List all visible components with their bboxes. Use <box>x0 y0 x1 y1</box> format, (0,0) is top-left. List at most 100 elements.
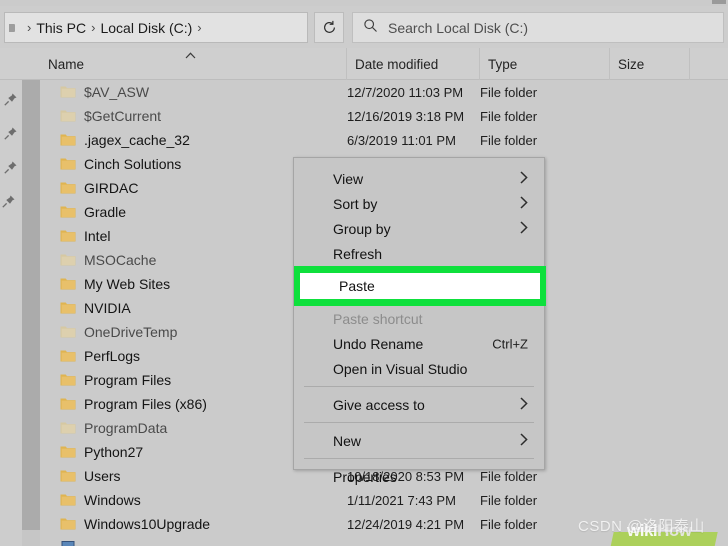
folder-icon <box>60 468 76 483</box>
table-row-partial[interactable] <box>40 536 728 546</box>
file-date-modified: 6/3/2019 11:01 PM <box>347 132 456 148</box>
menu-item-new[interactable]: New <box>294 428 544 453</box>
menu-item-view[interactable]: View <box>294 166 544 191</box>
window-control-button[interactable] <box>712 0 726 4</box>
file-name: Windows <box>84 492 141 508</box>
table-row[interactable]: .jagex_cache_32 6/3/2019 11:01 PM File fol… <box>40 128 728 152</box>
column-header-name[interactable]: Name <box>40 48 347 80</box>
navigation-scrollbar-thumb[interactable] <box>22 72 40 530</box>
folder-icon <box>60 324 76 339</box>
menu-item-paste[interactable]: Paste <box>300 273 540 299</box>
folder-icon <box>60 180 76 195</box>
file-name: $AV_ASW <box>84 84 150 100</box>
breadcrumb-item-local-disk-c[interactable]: Local Disk (C:) <box>100 20 192 36</box>
search-placeholder: Search Local Disk (C:) <box>388 19 529 36</box>
menu-item-label: Undo Rename <box>333 335 424 352</box>
computer-icon <box>60 540 76 546</box>
file-type: File folder <box>480 84 538 100</box>
folder-icon <box>60 444 76 459</box>
folder-icon <box>60 108 76 123</box>
chevron-right-icon <box>520 432 528 449</box>
menu-separator <box>304 458 534 459</box>
menu-item-label: Give access to <box>333 396 425 413</box>
menu-item-group-by[interactable]: Group by <box>294 216 544 241</box>
file-name: Cinch Solutions <box>84 156 182 172</box>
pin-icon[interactable] <box>3 160 19 176</box>
sort-ascending-icon <box>185 51 196 62</box>
file-type: File folder <box>480 516 538 532</box>
pin-icon[interactable] <box>3 126 19 142</box>
paste-highlight-container: Paste <box>294 266 546 306</box>
folder-icon <box>60 516 76 531</box>
folder-icon <box>60 348 76 363</box>
folder-icon <box>60 156 76 171</box>
search-icon <box>363 18 378 38</box>
column-header-label: Date modified <box>355 56 439 72</box>
menu-item-undo-rename[interactable]: Undo Rename Ctrl+Z <box>294 331 544 356</box>
menu-item-paste-shortcut: Paste shortcut <box>294 306 544 331</box>
file-date-modified: 1/11/2021 7:43 PM <box>347 492 456 508</box>
chevron-right-icon <box>520 396 528 413</box>
file-name: PerfLogs <box>84 348 141 364</box>
chevron-right-icon <box>520 170 528 187</box>
folder-icon <box>60 396 76 411</box>
folder-icon <box>60 132 76 147</box>
menu-item-label: Properties <box>333 468 397 485</box>
breadcrumb-separator-1: › <box>91 20 96 35</box>
drive-icon <box>9 21 21 35</box>
menu-separator <box>304 422 534 423</box>
file-name: Program Files <box>84 372 172 388</box>
file-date-modified: 12/7/2020 11:03 PM <box>347 84 464 100</box>
column-header-row: Name Date modified Type Size <box>0 48 728 80</box>
file-name: Python27 <box>84 444 144 460</box>
search-input[interactable]: Search Local Disk (C:) <box>352 12 724 43</box>
address-bar-row: › This PC › Local Disk (C:) › Search Loc… <box>0 6 728 48</box>
folder-icon <box>60 300 76 315</box>
column-header-date-modified[interactable]: Date modified <box>347 48 480 80</box>
menu-item-refresh[interactable]: Refresh <box>294 241 544 266</box>
file-name: Windows10Upgrade <box>84 516 211 532</box>
menu-separator <box>304 386 534 387</box>
column-header-label: Size <box>618 56 645 72</box>
file-name: ProgramData <box>84 420 168 436</box>
folder-icon <box>60 420 76 435</box>
menu-item-label: Group by <box>333 220 391 237</box>
file-type: File folder <box>480 132 538 148</box>
file-name: Gradle <box>84 204 127 220</box>
chevron-right-icon <box>520 220 528 237</box>
pin-icon[interactable] <box>1 194 17 210</box>
menu-item-give-access-to[interactable]: Give access to <box>294 392 544 417</box>
navigation-rail <box>0 48 22 546</box>
file-name: Intel <box>84 228 111 244</box>
menu-item-properties[interactable]: Properties <box>294 464 544 489</box>
folder-icon <box>60 204 76 219</box>
table-row[interactable]: Windows 1/11/2021 7:43 PM File folder <box>40 488 728 512</box>
file-name: OneDriveTemp <box>84 324 178 340</box>
menu-item-sort-by[interactable]: Sort by <box>294 191 544 216</box>
folder-icon <box>60 84 76 99</box>
table-row[interactable]: $GetCurrent 12/16/2019 3:18 PM File folder <box>40 104 728 128</box>
file-explorer-window: › This PC › Local Disk (C:) › Search Loc… <box>0 0 728 546</box>
file-name: Users <box>84 468 121 484</box>
column-header-label: Name <box>48 56 85 72</box>
file-name: $GetCurrent <box>84 108 162 124</box>
file-date-modified: 12/16/2019 3:18 PM <box>347 108 465 124</box>
breadcrumb[interactable]: › This PC › Local Disk (C:) › <box>4 12 308 43</box>
table-row[interactable]: $AV_ASW 12/7/2020 11:03 PM File folder <box>40 80 728 104</box>
folder-icon <box>60 228 76 243</box>
column-header-type[interactable]: Type <box>480 48 610 80</box>
pin-icon[interactable] <box>3 92 19 108</box>
file-name: MSOCache <box>84 252 157 268</box>
menu-item-label: New <box>333 432 362 449</box>
menu-item-label: View <box>333 170 364 187</box>
folder-icon <box>60 252 76 267</box>
column-header-size[interactable]: Size <box>610 48 690 80</box>
menu-item-open-in-visual-studio[interactable]: Open in Visual Studio <box>294 356 544 381</box>
breadcrumb-item-this-pc[interactable]: This PC <box>36 20 86 36</box>
refresh-icon <box>322 20 337 35</box>
folder-icon <box>60 276 76 291</box>
table-row[interactable]: Windows10Upgrade 12/24/2019 4:21 PM File f… <box>40 512 728 536</box>
file-name: My Web Sites <box>84 276 171 292</box>
refresh-button[interactable] <box>314 12 344 43</box>
file-name: GIRDAC <box>84 180 139 196</box>
